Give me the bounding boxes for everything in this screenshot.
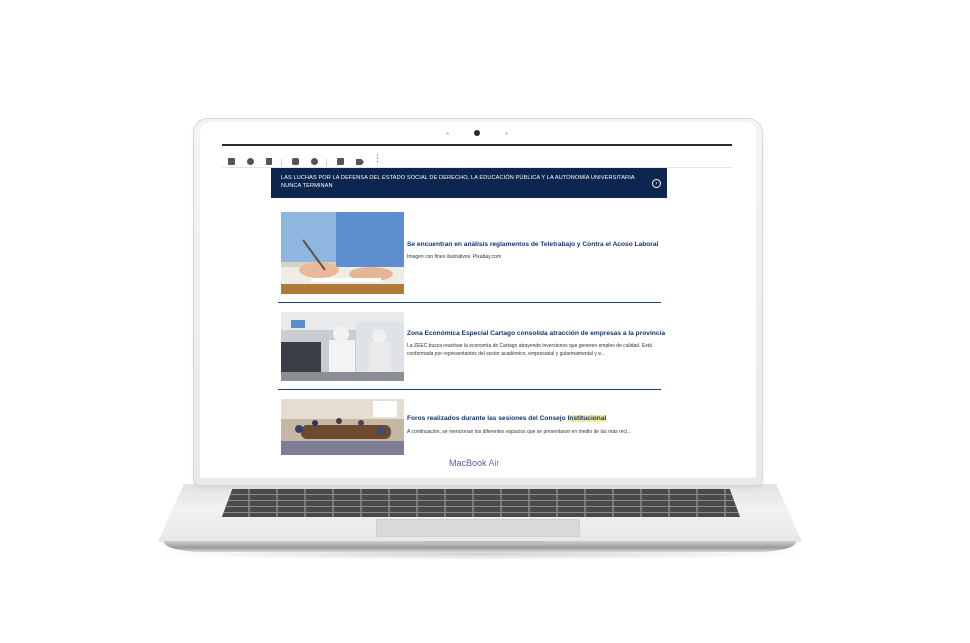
report-icon[interactable]	[247, 158, 254, 165]
keyboard-rows	[222, 489, 740, 517]
snooze-icon[interactable]	[311, 158, 318, 165]
lid-notch	[424, 541, 546, 545]
label-icon[interactable]	[356, 159, 364, 165]
camera-icon	[474, 130, 480, 136]
search-highlight: Institucional	[567, 415, 607, 422]
header-banner[interactable]: LAS LUCHAS POR LA DEFENSA DEL ESTADO SOC…	[271, 168, 667, 198]
trackpad	[376, 519, 580, 537]
brand-main: MacBook	[449, 458, 487, 468]
article-thumbnail[interactable]	[281, 212, 404, 294]
article-divider	[278, 389, 661, 390]
brand-model: Air	[488, 458, 500, 468]
lab-workers-image	[281, 312, 404, 381]
toolbar-separator	[326, 159, 327, 167]
article-item[interactable]: Foros realizados durante las sesiones de…	[281, 399, 661, 455]
hand-writing-image	[281, 212, 404, 294]
chevron-right-icon[interactable]: ›	[652, 179, 661, 188]
ambient-sensor	[446, 132, 449, 135]
article-item[interactable]: Se encuentran en análisis reglamentos de…	[281, 212, 661, 296]
article-title[interactable]: Se encuentran en análisis reglamentos de…	[407, 241, 658, 248]
email-toolbar	[222, 150, 732, 168]
council-session-image	[281, 399, 404, 455]
article-title[interactable]: Foros realizados durante las sesiones de…	[407, 415, 607, 422]
article-divider	[278, 302, 661, 303]
banner-text: LAS LUCHAS POR LA DEFENSA DEL ESTADO SOC…	[281, 175, 635, 189]
status-light	[505, 132, 508, 135]
article-item[interactable]: Zona Económica Especial Cartago consolid…	[281, 312, 665, 382]
article-description: Imagen con fines ilustrativos. Pixabay.c…	[407, 254, 502, 260]
email-screen: LAS LUCHAS POR LA DEFENSA DEL ESTADO SOC…	[222, 144, 732, 458]
more-options-icon[interactable]	[373, 154, 382, 166]
window-top-bar	[222, 144, 732, 146]
article-thumbnail[interactable]	[281, 399, 404, 455]
mark-unread-icon[interactable]	[292, 158, 299, 165]
archive-icon[interactable]	[228, 158, 235, 165]
delete-icon[interactable]	[266, 158, 272, 165]
article-title-text: Foros realizados durante las sesiones de…	[407, 415, 568, 422]
article-description: A continuación, se mencionan los diferen…	[407, 429, 632, 435]
device-brand-label: MacBook Air	[449, 458, 500, 468]
toolbar-separator	[281, 159, 282, 167]
article-description: La ZEEC busca reactivar la economía de C…	[407, 343, 652, 357]
article-title[interactable]: Zona Económica Especial Cartago consolid…	[407, 330, 665, 337]
article-thumbnail[interactable]	[281, 312, 404, 381]
add-to-tasks-icon[interactable]	[337, 158, 344, 165]
